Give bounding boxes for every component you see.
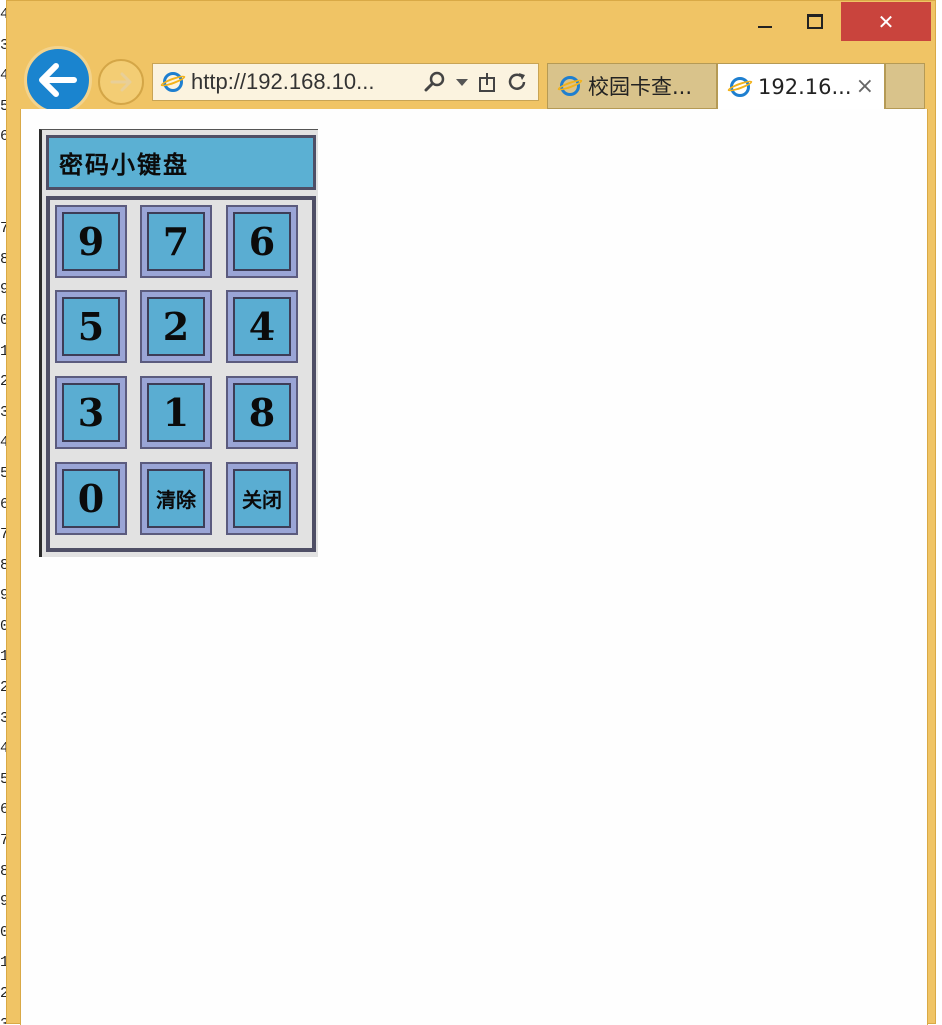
maximize-icon (807, 14, 823, 29)
ie-tab-icon (730, 76, 750, 97)
close-icon: ✕ (877, 9, 895, 34)
tab-label: 校园卡查... (588, 75, 693, 99)
key-5[interactable]: 5 (55, 290, 127, 363)
password-keypad: 密码小键盘 9 7 6 5 2 4 3 1 8 0 清除 关闭 (39, 129, 318, 557)
key-6[interactable]: 6 (226, 205, 298, 278)
key-2[interactable]: 2 (140, 290, 212, 363)
key-4[interactable]: 4 (226, 290, 298, 363)
close-keypad-button[interactable]: 关闭 (226, 462, 298, 535)
close-button[interactable]: ✕ (841, 2, 931, 41)
key-label: 5 (62, 297, 120, 356)
key-label: 0 (62, 469, 120, 528)
key-label: 3 (62, 383, 120, 442)
key-label: 4 (233, 297, 291, 356)
search-icon[interactable] (424, 71, 446, 93)
key-label: 6 (233, 212, 291, 271)
dropdown-icon[interactable] (456, 77, 468, 87)
keypad-body: 9 7 6 5 2 4 3 1 8 0 清除 关闭 (46, 196, 316, 552)
address-bar-actions (424, 71, 528, 93)
keypad-title: 密码小键盘 (46, 135, 316, 190)
address-bar[interactable]: http://192.168.10... (152, 63, 539, 101)
title-bar[interactable]: ✕ (7, 1, 935, 41)
key-8[interactable]: 8 (226, 376, 298, 449)
refresh-icon[interactable] (506, 71, 528, 93)
key-1[interactable]: 1 (140, 376, 212, 449)
compatibility-view-icon[interactable] (478, 71, 496, 93)
browser-window: ✕ http://192.168.10... 校园卡查... 192.16...… (6, 0, 936, 1025)
tab-active[interactable]: 192.16... × (717, 63, 885, 109)
forward-arrow-icon (110, 72, 132, 92)
key-0[interactable]: 0 (55, 462, 127, 535)
minimize-icon (758, 25, 772, 28)
tab-label: 192.16... (758, 74, 852, 99)
key-label: 清除 (147, 469, 205, 528)
back-button[interactable] (24, 46, 92, 114)
key-label: 2 (147, 297, 205, 356)
url-text[interactable]: http://192.168.10... (191, 69, 424, 95)
new-tab-button[interactable] (885, 63, 925, 109)
key-label: 7 (147, 212, 205, 271)
key-label: 8 (233, 383, 291, 442)
key-7[interactable]: 7 (140, 205, 212, 278)
key-label: 关闭 (233, 469, 291, 528)
forward-button[interactable] (98, 59, 144, 105)
clear-button[interactable]: 清除 (140, 462, 212, 535)
maximize-button[interactable] (792, 2, 838, 41)
minimize-button[interactable] (742, 2, 788, 41)
key-label: 9 (62, 212, 120, 271)
tab-close-icon[interactable]: × (856, 74, 874, 99)
key-3[interactable]: 3 (55, 376, 127, 449)
ie-tab-icon (560, 76, 580, 96)
ie-page-icon (163, 72, 183, 92)
key-9[interactable]: 9 (55, 205, 127, 278)
tab-campus-card[interactable]: 校园卡查... (547, 63, 717, 109)
back-arrow-icon (39, 63, 77, 97)
key-label: 1 (147, 383, 205, 442)
page-content: 密码小键盘 9 7 6 5 2 4 3 1 8 0 清除 关闭 (20, 109, 928, 1025)
background-editor-edge (936, 0, 942, 1024)
